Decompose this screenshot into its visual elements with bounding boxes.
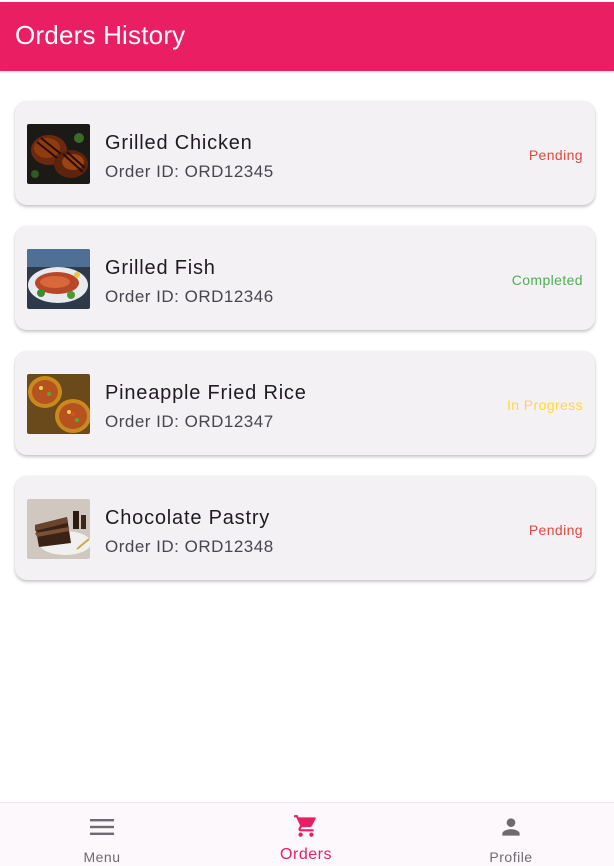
nav-item-menu[interactable]: Menu <box>0 803 204 866</box>
order-id: Order ID: ORD12348 <box>105 537 274 556</box>
status-badge: Completed <box>511 272 583 288</box>
order-card[interactable]: Grilled Fish Order ID: ORD12346 Complete… <box>15 226 595 330</box>
nav-label-profile: Profile <box>489 849 533 865</box>
person-icon <box>498 814 524 840</box>
menu-icon <box>89 814 115 840</box>
orders-list: Grilled Chicken Order ID: ORD12345 Pendi… <box>15 101 595 601</box>
order-id: Order ID: ORD12345 <box>105 162 274 181</box>
nav-label-orders: Orders <box>280 846 332 863</box>
nav-item-orders[interactable]: Orders <box>204 803 408 866</box>
order-id: Order ID: ORD12347 <box>105 412 274 431</box>
order-name: Grilled Chicken <box>105 132 253 154</box>
nav-item-profile[interactable]: Profile <box>409 803 613 866</box>
grilled-fish-image <box>27 249 90 309</box>
order-name: Pineapple Fried Rice <box>105 382 307 404</box>
nav-label-menu: Menu <box>83 849 121 865</box>
pineapple-fried-rice-image <box>27 374 90 434</box>
bottom-navigation: Menu Orders Profile <box>0 802 614 866</box>
order-id: Order ID: ORD12346 <box>105 287 274 306</box>
chocolate-pastry-image <box>27 499 90 559</box>
shopping-cart-icon <box>293 813 319 839</box>
order-name: Chocolate Pastry <box>105 507 271 529</box>
order-card[interactable]: Chocolate Pastry Order ID: ORD12348 Pend… <box>15 476 595 580</box>
page-title: Orders History <box>15 20 186 50</box>
order-card[interactable]: Pineapple Fried Rice Order ID: ORD12347 … <box>15 351 595 455</box>
status-badge: In Progress <box>507 397 583 413</box>
order-name: Grilled Fish <box>105 257 216 279</box>
order-card[interactable]: Grilled Chicken Order ID: ORD12345 Pendi… <box>15 101 595 205</box>
grilled-chicken-image <box>27 124 90 184</box>
status-badge: Pending <box>528 522 583 538</box>
status-badge: Pending <box>528 147 583 163</box>
app-bar: Orders History <box>0 2 614 71</box>
